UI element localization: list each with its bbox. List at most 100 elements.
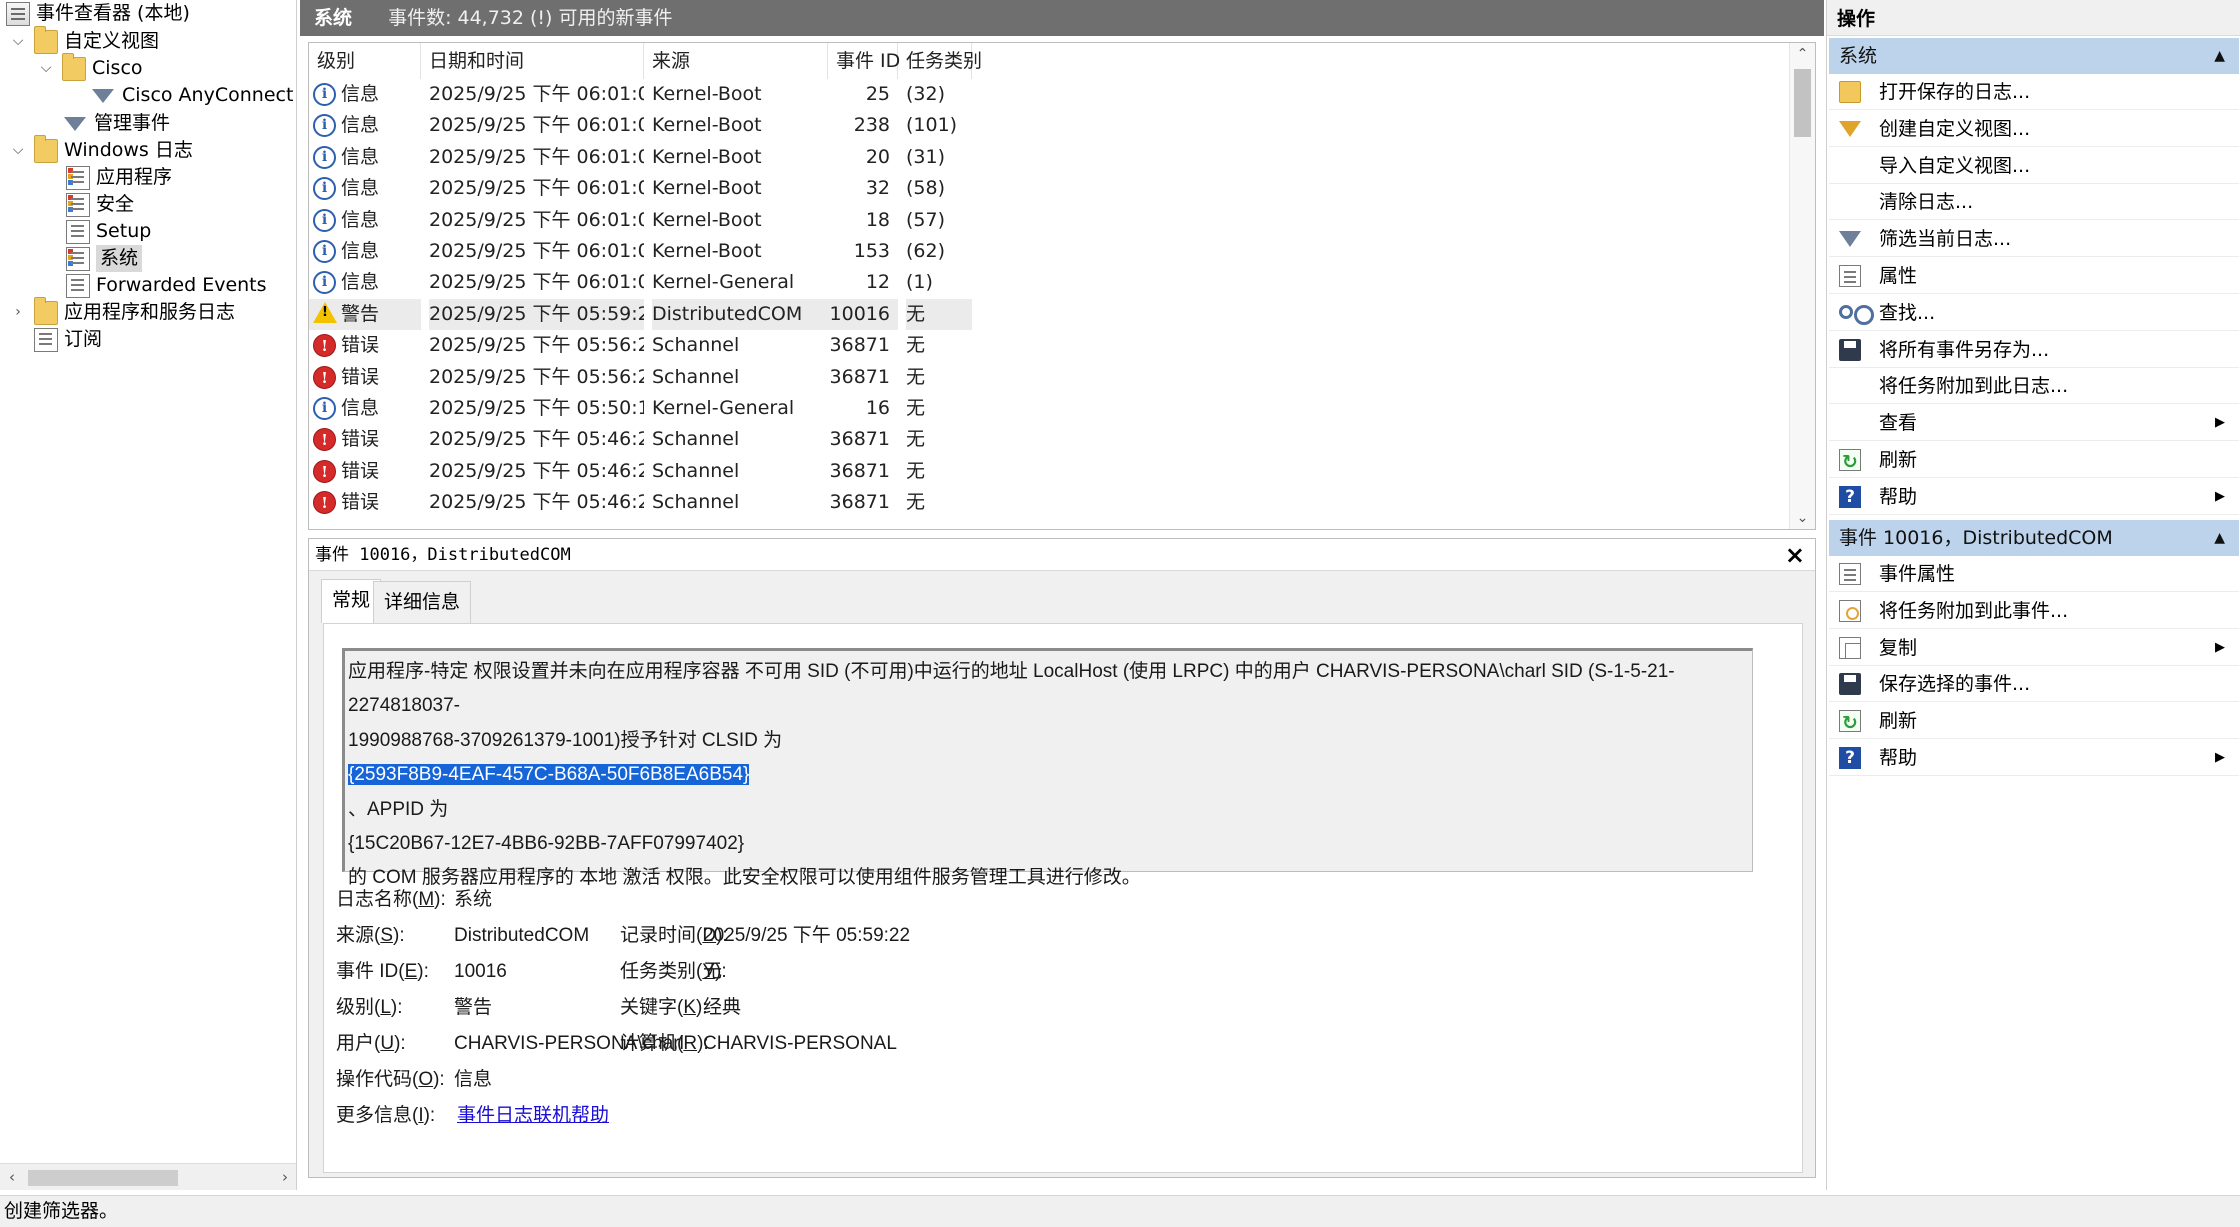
action-item[interactable]: 将任务附加到此日志... [1829,368,2239,405]
event-row[interactable]: i 信息 2025/9/25 下午 06:01:02 Kernel-Boot 238 (1… [309,110,1789,141]
chevron-down-icon[interactable]: ⌵ [10,137,26,164]
section-label: 系统 [1839,45,1878,67]
tree-item-admin-events[interactable]: 管理事件 [64,110,170,137]
column-header-datetime[interactable]: 日期和时间 [421,43,644,79]
tree-item-windows-logs[interactable]: ⌵ Windows 日志 [10,134,193,164]
cell-task-category: (1) [906,271,933,294]
column-header-source[interactable]: 来源 [644,43,828,79]
log-name-label: 日志名称(M): [336,889,446,910]
cell-task-category: 无 [906,428,926,451]
tree-root[interactable]: 事件查看器 (本地) [6,0,190,27]
tree-item-cisco-anyconnect[interactable]: Cisco AnyConnect Se [92,82,296,109]
event-row[interactable]: ! 警告 2025/9/25 下午 05:59:22 DistributedCOM 10… [309,298,1789,330]
cell-datetime: 2025/9/25 下午 06:01:02 [429,208,644,231]
action-label: 导入自定义视图... [1879,154,2031,177]
tree-horizontal-scrollbar[interactable]: ‹ › [0,1163,296,1190]
tree-item-app-service-logs[interactable]: › 应用程序和服务日志 [10,296,235,326]
tree-item-forwarded-events[interactable]: Forwarded Events [66,272,267,299]
log-name: 系统 [314,7,353,29]
tree-item-application[interactable]: 应用程序 [66,164,172,191]
scrollbar-thumb[interactable] [28,1170,178,1186]
tree-item-security[interactable]: 安全 [66,191,134,218]
actions-section-event[interactable]: 事件 10016，DistributedCOM ▲ [1829,520,2239,556]
close-icon[interactable]: × [1785,539,1805,571]
log-icon [66,192,90,217]
scrollbar-thumb[interactable] [1794,69,1811,137]
actions-pane: 操作 系统 ▲ 打开保存的日志... 创建自定义视图... 导入自定义视图... 清除… [1826,0,2240,1190]
collapse-icon[interactable]: ▲ [2214,520,2225,556]
actions-section-system[interactable]: 系统 ▲ [1829,38,2239,74]
action-item[interactable]: 属性 [1829,258,2239,294]
event-row[interactable]: i 信息 2025/9/25 下午 06:01:02 Kernel-Boot 20 (31… [309,142,1789,173]
event-list-scrollbar[interactable]: ⌃ ⌄ [1789,43,1815,529]
event-row[interactable]: i 信息 2025/9/25 下午 06:01:02 Kernel-Boot 32 (58… [309,173,1789,204]
section-label: 事件 10016，DistributedCOM [1839,527,2113,549]
action-item[interactable]: 创建自定义视图... [1829,111,2239,147]
scroll-right-icon[interactable]: › [275,1166,295,1188]
action-item[interactable]: 事件属性 [1829,556,2239,592]
collapse-icon[interactable]: ▲ [2214,38,2225,74]
event-row[interactable]: ! 错误 2025/9/25 下午 05:56:28 Schannel 36871 无 [309,330,1789,361]
event-row[interactable]: ! 错误 2025/9/25 下午 05:46:28 Schannel 36871 无 [309,424,1789,455]
filter-create-icon [1839,120,1861,137]
action-item[interactable]: 保存选择的事件... [1829,666,2239,703]
column-header-event-id[interactable]: 事件 ID [828,43,900,79]
event-row[interactable]: i 信息 2025/9/25 下午 05:50:14 Kernel-General 16… [309,393,1789,424]
keywords-label: 关键字(K): [620,997,708,1018]
chevron-down-icon[interactable]: ⌵ [10,28,26,55]
log-name-value: 系统 [454,889,493,910]
tree-item-subscriptions[interactable]: 订阅 [34,326,102,353]
chevron-down-icon[interactable]: ⌵ [38,55,54,82]
selected-clsid-text[interactable]: {2593F8B9-4EAF-457C-B68A-50F6B8EA6B54} [348,764,750,786]
open-folder-icon [1839,81,1861,103]
action-item[interactable]: 筛选当前日志... [1829,221,2239,258]
submenu-arrow-icon: ▶ [2215,750,2225,765]
event-message[interactable]: 应用程序-特定 权限设置并未向在应用程序容器 不可用 SID (不可用)中运行的… [342,648,1753,888]
online-help-link[interactable]: 事件日志联机帮助 [457,1101,609,1131]
scroll-left-icon[interactable]: ‹ [2,1166,22,1188]
tree-item-custom-views[interactable]: ⌵ 自定义视图 [10,25,159,55]
tab-details[interactable]: 详细信息 [373,581,472,623]
event-row[interactable]: i 信息 2025/9/25 下午 06:01:02 Kernel-General 12… [309,267,1789,298]
event-row[interactable]: ! 错误 2025/9/25 下午 05:46:28 Schannel 36871 无 [309,456,1789,487]
tab-general[interactable]: 常规 [321,579,382,623]
tree-item-cisco[interactable]: ⌵ Cisco [38,52,143,82]
action-item[interactable]: 打开保存的日志... [1829,74,2239,110]
event-row[interactable]: ! 错误 2025/9/25 下午 05:56:28 Schannel 36871 无 [309,362,1789,393]
event-list[interactable]: 级别 日期和时间 来源 事件 ID 任务类别 i 信息 2025/9/25 下午 0… [308,42,1816,530]
cell-level: i 信息 [309,79,421,110]
log-header: 系统 事件数: 44,732 (!) 可用的新事件 [300,0,1824,36]
info-icon: i [313,145,336,169]
action-item[interactable]: 清除日志... [1829,184,2239,221]
action-item[interactable]: 导入自定义视图... [1829,148,2239,184]
more-info-label: 更多信息(I): [336,1105,436,1126]
column-header-level[interactable]: 级别 [309,43,421,79]
action-item[interactable]: 刷新 [1829,442,2239,480]
cell-datetime: 2025/9/25 下午 06:01:02 [429,83,644,105]
cell-event-id: 32 [865,177,890,200]
tree-item-system[interactable]: 系统 [66,245,143,272]
tree-item-setup[interactable]: Setup [66,218,151,245]
cell-event-id: 238 [853,114,890,137]
action-label: 查找... [1879,301,1936,324]
scroll-up-icon[interactable]: ⌃ [1790,43,1815,65]
action-item[interactable]: 查看 ▶ [1829,405,2239,442]
column-header-task-category[interactable]: 任务类别 [898,43,982,79]
action-item[interactable]: 复制 ▶ [1829,630,2239,666]
warning-icon: ! [313,301,337,323]
action-item[interactable]: 将所有事件另存为... [1829,332,2239,368]
action-item[interactable]: ? 帮助 ▶ [1829,740,2239,776]
action-label: 将所有事件另存为... [1879,338,2050,361]
action-item[interactable]: ? 帮助 ▶ [1829,479,2239,515]
action-item[interactable]: 将任务附加到此事件... [1829,593,2239,629]
level-text: 信息 [341,397,380,419]
event-row[interactable]: i 信息 2025/9/25 下午 06:01:02 Kernel-Boot 18 (57… [309,205,1789,236]
chevron-right-icon[interactable]: › [10,299,26,326]
action-item[interactable]: 查找... [1829,295,2239,331]
status-bar: 创建筛选器。 [0,1195,2240,1227]
action-item[interactable]: 刷新 [1829,703,2239,741]
event-row[interactable]: ! 错误 2025/9/25 下午 05:46:27 Schannel 36871 无 [309,487,1789,518]
scroll-down-icon[interactable]: ⌄ [1790,507,1815,529]
event-row[interactable]: i 信息 2025/9/25 下午 06:01:02 Kernel-Boot 25 (32… [309,79,1789,110]
event-row[interactable]: i 信息 2025/9/25 下午 06:01:02 Kernel-Boot 153 (6… [309,236,1789,267]
